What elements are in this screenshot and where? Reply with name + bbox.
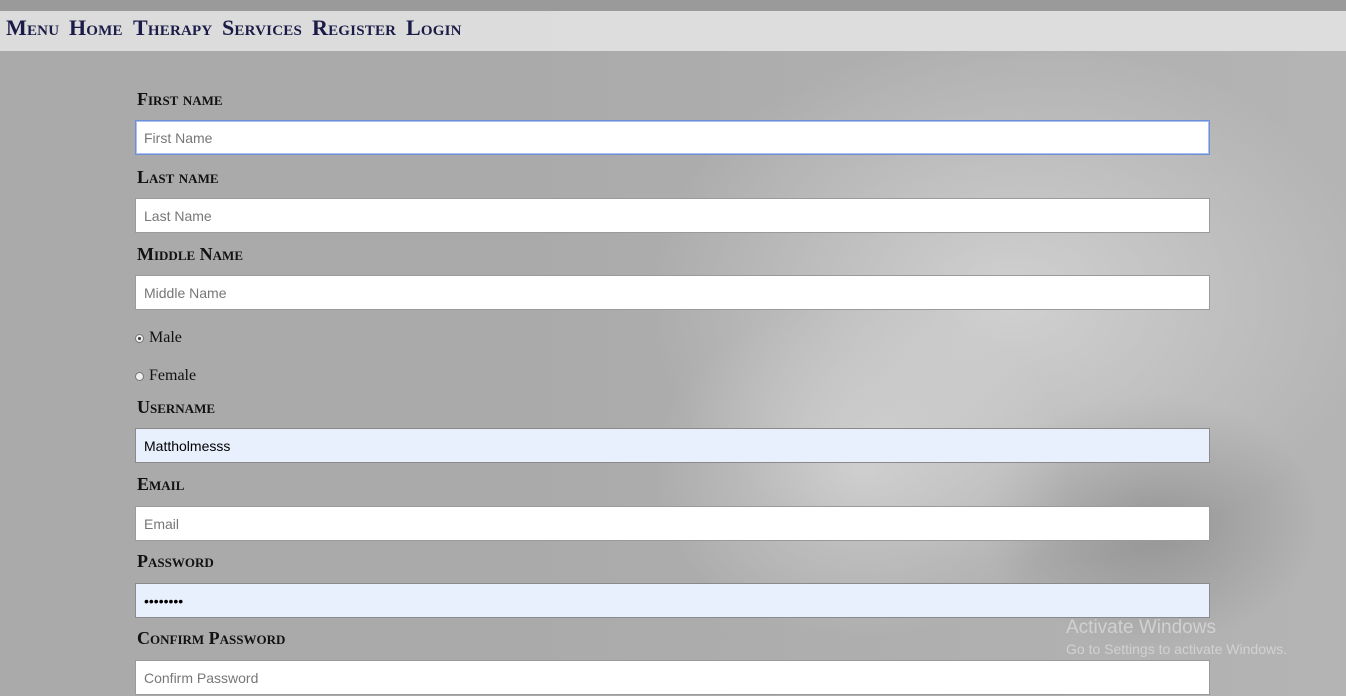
nav-bar: Menu Home Therapy Services Register Logi… xyxy=(0,11,1346,51)
male-label: Male xyxy=(149,329,182,346)
username-field[interactable] xyxy=(135,428,1210,463)
top-strip xyxy=(0,0,1346,11)
first-name-field[interactable] xyxy=(135,120,1210,155)
middle-name-field[interactable] xyxy=(135,275,1210,310)
confirm-password-field[interactable] xyxy=(135,660,1210,695)
last-name-label: Last name xyxy=(137,167,219,187)
female-radio[interactable] xyxy=(135,371,144,381)
email-field[interactable] xyxy=(135,506,1210,541)
gender-male-option[interactable]: Male xyxy=(135,329,182,347)
middle-name-label: Middle Name xyxy=(137,244,243,264)
nav-therapy[interactable]: Therapy xyxy=(133,15,212,41)
password-field[interactable] xyxy=(135,583,1210,618)
last-name-field[interactable] xyxy=(135,198,1210,233)
watermark-title: Activate Windows xyxy=(1066,617,1216,638)
gender-female-option[interactable]: Female xyxy=(135,367,196,385)
first-name-label: First name xyxy=(137,89,223,109)
nav-menu[interactable]: Menu xyxy=(6,15,59,41)
male-radio[interactable] xyxy=(135,333,144,343)
nav-home[interactable]: Home xyxy=(69,15,123,41)
confirm-password-label: Confirm Password xyxy=(137,628,286,648)
nav-register[interactable]: Register xyxy=(312,15,396,41)
username-label: Username xyxy=(137,397,216,417)
activate-windows-watermark: Activate Windows Go to Settings to activ… xyxy=(1066,617,1287,657)
female-label: Female xyxy=(149,367,197,384)
email-label: Email xyxy=(137,474,185,494)
password-label: Password xyxy=(137,551,214,571)
nav-login[interactable]: Login xyxy=(406,15,462,41)
nav-services[interactable]: Services xyxy=(222,15,302,41)
watermark-subtitle: Go to Settings to activate Windows. xyxy=(1066,641,1287,657)
